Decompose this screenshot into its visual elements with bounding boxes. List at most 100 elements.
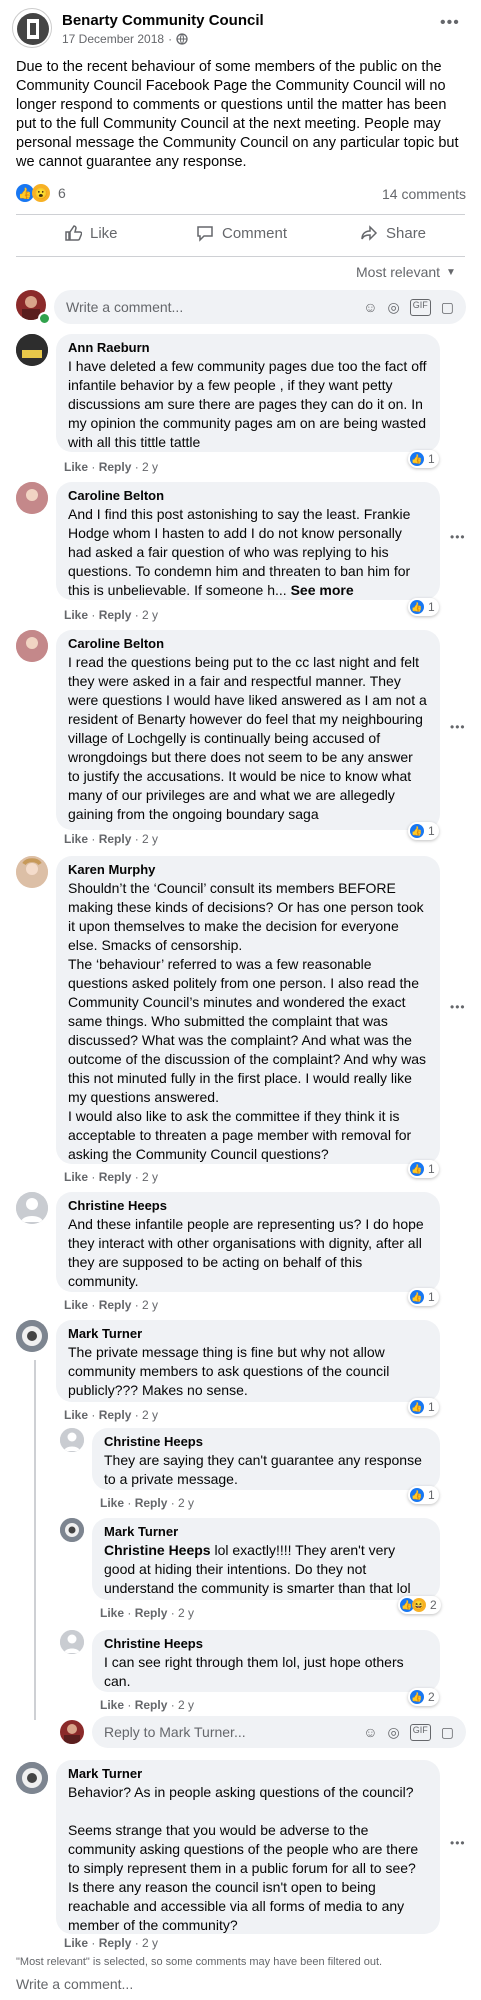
comment-reply-link[interactable]: Reply — [99, 608, 132, 622]
comment-text: I read the questions being put to the cc… — [68, 654, 427, 822]
comment-options-icon[interactable]: ••• — [450, 720, 466, 734]
comment-filter[interactable]: Most relevant ▼ — [356, 264, 456, 280]
comment-like-link[interactable]: Like — [64, 460, 88, 474]
comment-like-link[interactable]: Like — [64, 1936, 88, 1950]
comment-time[interactable]: 2 y — [142, 1408, 158, 1422]
comment-reactions[interactable]: 👍 1 — [408, 598, 439, 616]
comment-reply-link[interactable]: Reply — [99, 1408, 132, 1422]
comment-like-link[interactable]: Like — [64, 1170, 88, 1184]
comment-time[interactable]: 2 y — [142, 460, 158, 474]
see-more-link[interactable]: See more — [291, 582, 354, 598]
write-comment-link[interactable]: Write a comment... — [16, 1976, 133, 1992]
avatar[interactable] — [16, 1192, 48, 1224]
comment-button[interactable]: Comment — [196, 224, 287, 242]
comment-reply-link[interactable]: Reply — [99, 1170, 132, 1184]
comment-time[interactable]: 2 y — [142, 832, 158, 846]
commenter-name[interactable]: Mark Turner — [68, 1766, 428, 1781]
reply-reply-link[interactable]: Reply — [135, 1496, 168, 1510]
page-avatar[interactable] — [12, 8, 52, 48]
reply-time[interactable]: 2 y — [178, 1698, 194, 1712]
avatar[interactable] — [60, 1428, 84, 1452]
reply-like-link[interactable]: Like — [100, 1606, 124, 1620]
comment-time[interactable]: 2 y — [142, 1936, 158, 1950]
comment-like-link[interactable]: Like — [64, 1298, 88, 1312]
comment-options-icon[interactable]: ••• — [450, 1000, 466, 1014]
comment-input[interactable]: Write a comment... ☺ ◎ GIF ▢ — [54, 290, 466, 324]
page-name[interactable]: Benarty Community Council — [62, 12, 264, 29]
commenter-name[interactable]: Caroline Belton — [68, 488, 428, 503]
gif-icon[interactable]: GIF — [409, 298, 431, 316]
avatar[interactable] — [16, 334, 48, 366]
comment-like-link[interactable]: Like — [64, 1408, 88, 1422]
comment-reactions[interactable]: 👍 1 — [408, 1160, 439, 1178]
comment-reactions[interactable]: 👍 1 — [408, 1288, 439, 1306]
emoji-icon[interactable]: ☺ — [363, 1724, 377, 1741]
post-options-icon[interactable]: ••• — [440, 14, 460, 32]
commenter-photo-icon — [16, 1762, 48, 1794]
default-profile-icon — [60, 1630, 84, 1654]
comment-reactions[interactable]: 👍 1 — [408, 450, 439, 468]
camera-icon[interactable]: ◎ — [388, 299, 400, 316]
comment-text: I have deleted a few community pages due… — [68, 358, 427, 450]
reply-placeholder: Reply to Mark Turner... — [104, 1724, 246, 1740]
reply-input[interactable]: Reply to Mark Turner... ☺ ◎ GIF ▢ — [92, 1716, 466, 1748]
haha-reaction-icon: 😆 — [412, 1598, 426, 1612]
avatar[interactable] — [16, 1762, 48, 1794]
comment-reactions[interactable]: 👍 1 — [408, 1398, 439, 1416]
commenter-name[interactable]: Christine Heeps — [104, 1636, 428, 1651]
avatar[interactable] — [16, 482, 48, 514]
comment-options-icon[interactable]: ••• — [450, 530, 466, 544]
share-button[interactable]: Share — [360, 224, 426, 242]
reaction-summary[interactable]: 👍 😮 6 — [16, 184, 66, 202]
comment-reply-link[interactable]: Reply — [99, 460, 132, 474]
reply-like-link[interactable]: Like — [100, 1698, 124, 1712]
comment-reply-link[interactable]: Reply — [99, 832, 132, 846]
comment-time[interactable]: 2 y — [142, 1170, 158, 1184]
comment-like-link[interactable]: Like — [64, 608, 88, 622]
commenter-name[interactable]: Christine Heeps — [104, 1434, 428, 1449]
commenter-name[interactable]: Caroline Belton — [68, 636, 428, 651]
reply-reactions[interactable]: 👍 😆 2 — [398, 1596, 441, 1614]
reply-time[interactable]: 2 y — [178, 1496, 194, 1510]
avatar[interactable] — [16, 630, 48, 662]
reaction-count: 6 — [58, 185, 66, 201]
comment-time[interactable]: 2 y — [142, 1298, 158, 1312]
comment-reactions[interactable]: 👍 1 — [408, 822, 439, 840]
avatar[interactable] — [60, 1630, 84, 1654]
reply-reactions[interactable]: 👍 1 — [408, 1486, 439, 1504]
like-reaction-icon: 👍 — [410, 824, 424, 838]
share-icon — [361, 225, 378, 241]
commenter-name[interactable]: Karen Murphy — [68, 862, 428, 877]
comment-reply-link[interactable]: Reply — [99, 1298, 132, 1312]
avatar[interactable] — [16, 1320, 48, 1352]
post-date[interactable]: 17 December 2018 — [62, 32, 164, 46]
comment-bubble: Mark Turner Behavior? As in people askin… — [56, 1760, 440, 1934]
comment-reply-link[interactable]: Reply — [99, 1936, 132, 1950]
comment-time[interactable]: 2 y — [142, 608, 158, 622]
commenter-name[interactable]: Ann Raeburn — [68, 340, 428, 355]
online-dot — [38, 312, 51, 325]
like-reaction-icon: 👍 — [410, 1690, 424, 1704]
avatar[interactable] — [60, 1518, 84, 1542]
commenter-name[interactable]: Christine Heeps — [68, 1198, 428, 1213]
mention-link[interactable]: Christine Heeps — [104, 1542, 211, 1558]
emoji-icon[interactable]: ☺ — [363, 299, 377, 316]
comments-count[interactable]: 14 comments — [382, 186, 466, 202]
avatar[interactable] — [16, 856, 48, 888]
gif-icon[interactable]: GIF — [409, 1723, 431, 1741]
comment-like-link[interactable]: Like — [64, 832, 88, 846]
commenter-name[interactable]: Mark Turner — [68, 1326, 428, 1341]
commenter-name[interactable]: Mark Turner — [104, 1524, 428, 1539]
sticker-icon[interactable]: ▢ — [441, 299, 454, 316]
like-reaction-icon: 👍 — [410, 1488, 424, 1502]
like-button[interactable]: Like — [64, 224, 118, 242]
reply-time[interactable]: 2 y — [178, 1606, 194, 1620]
sticker-icon[interactable]: ▢ — [441, 1724, 454, 1741]
reply-reply-link[interactable]: Reply — [135, 1606, 168, 1620]
comment-options-icon[interactable]: ••• — [450, 1836, 466, 1850]
user-avatar[interactable] — [60, 1720, 84, 1744]
camera-icon[interactable]: ◎ — [388, 1724, 400, 1741]
reply-reactions[interactable]: 👍 2 — [408, 1688, 439, 1706]
reply-reply-link[interactable]: Reply — [135, 1698, 168, 1712]
reply-like-link[interactable]: Like — [100, 1496, 124, 1510]
